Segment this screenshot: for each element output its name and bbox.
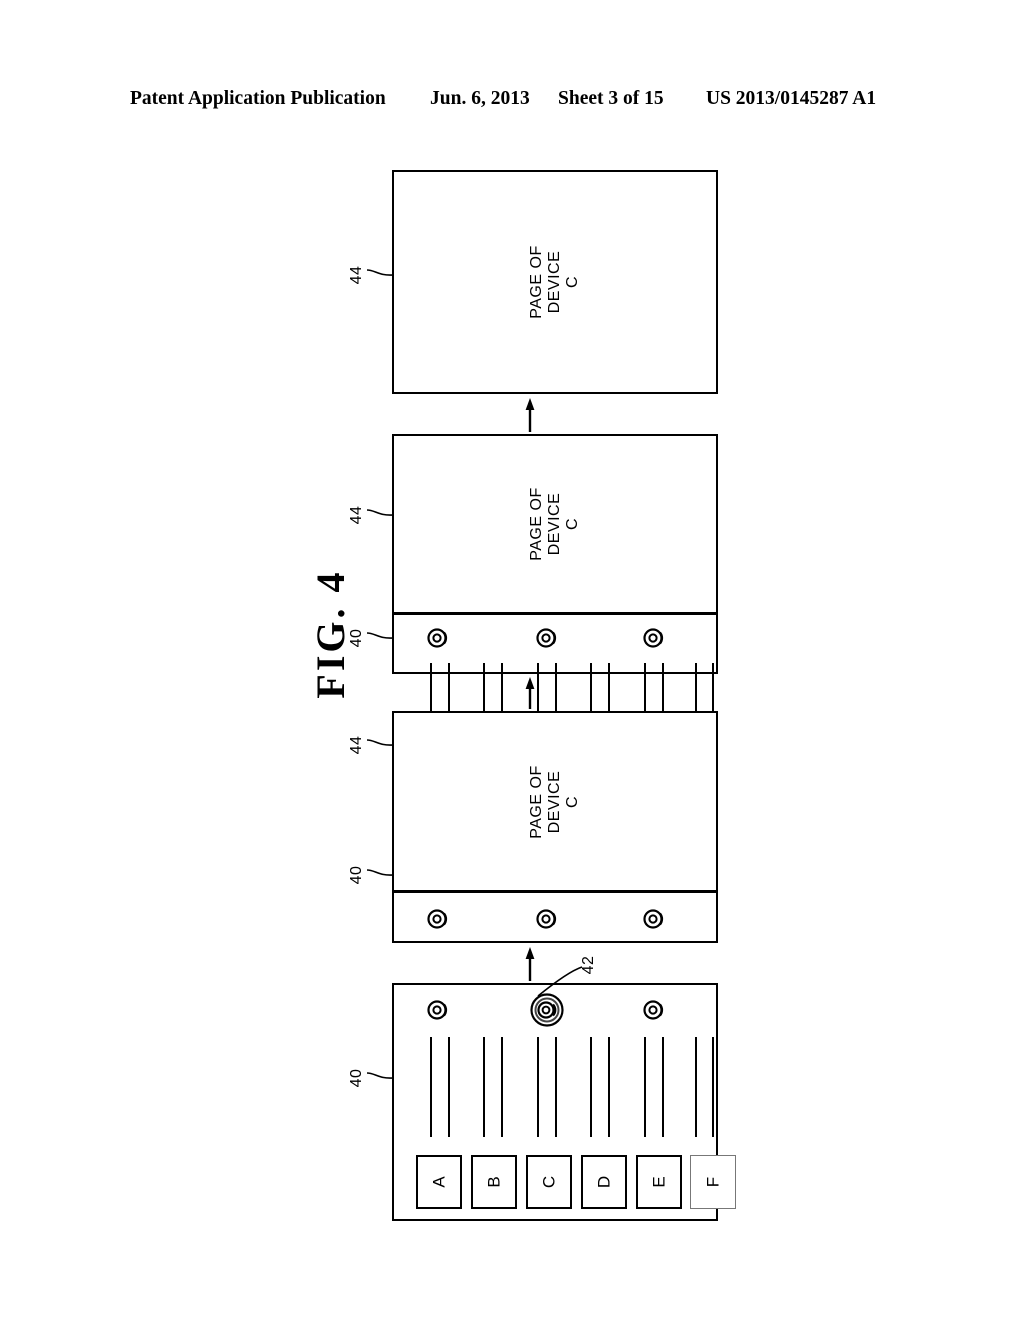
page-text-line-3: C [564, 795, 581, 808]
text-line [712, 1037, 714, 1137]
tab-d[interactable]: D [581, 1155, 627, 1209]
browser-strip-panel-3 [394, 615, 716, 766]
browser-strip-panel-2 [394, 893, 716, 941]
device-screen-panel-4: PAGE OF DEVICE C [392, 170, 718, 394]
page-of-device-text-4: PAGE OF DEVICE C [528, 245, 582, 318]
page-text-line-2: DEVICE [546, 250, 563, 314]
tab-f-label: F [703, 1176, 723, 1188]
control-icon[interactable] [642, 997, 668, 1023]
page-text-line-3: C [564, 275, 581, 289]
page-region-panel-4: PAGE OF DEVICE C [394, 172, 716, 392]
control-icon[interactable] [426, 625, 452, 651]
page-text-line-3: C [564, 517, 581, 531]
callout-leader-40-panel-3 [366, 625, 396, 647]
control-icon[interactable] [535, 625, 561, 651]
text-line [644, 1037, 646, 1137]
callout-number: 40 [348, 865, 365, 885]
tab-d-label: D [594, 1175, 614, 1189]
device-screen-panel-1: A B C D E F [392, 983, 736, 1221]
control-icon-row-panel-2 [394, 906, 716, 936]
text-line [662, 1037, 664, 1137]
control-icon-row-panel-3 [394, 625, 716, 655]
transition-arrow-2-to-3 [523, 677, 537, 709]
callout-number: 40 [348, 1068, 365, 1088]
transition-arrow-1-to-2 [523, 947, 537, 981]
page-text-line-1: PAGE OF [528, 764, 545, 839]
control-icon[interactable] [426, 906, 452, 932]
callout-leader-44-panel-4 [366, 262, 396, 284]
callout-leader-40-panel-2 [366, 862, 396, 884]
callout-number: 44 [348, 505, 365, 525]
callout-leader-44-panel-2 [366, 732, 396, 754]
callout-number: 40 [348, 628, 365, 648]
text-line [590, 1037, 592, 1137]
text-line [555, 1037, 557, 1137]
page-of-device-text-2: PAGE OF DEVICE C [528, 765, 582, 838]
page-text-line-1: PAGE OF [528, 245, 545, 319]
figure-drawing: PAGE OF DEVICE C PAGE OF DEVICE C PAGE O… [0, 0, 1024, 1320]
control-icon[interactable] [535, 906, 561, 932]
control-icon[interactable] [642, 906, 668, 932]
text-line [483, 1037, 485, 1137]
tab-b-label: B [484, 1176, 504, 1188]
tab-e-label: E [649, 1176, 669, 1188]
device-screen-panel-2: PAGE OF DEVICE C [392, 711, 718, 943]
page-region-panel-3: PAGE OF DEVICE C [394, 436, 716, 612]
tab-a[interactable]: A [416, 1155, 462, 1209]
page-text-line-1: PAGE OF [528, 487, 545, 561]
tab-row-panel-1: A B C D E F [394, 1155, 736, 1211]
text-line [537, 1037, 539, 1137]
text-line [448, 1037, 450, 1137]
callout-leader-44-panel-3 [366, 502, 396, 524]
callout-leader-42 [536, 965, 584, 1007]
tab-c-label: C [539, 1175, 559, 1189]
tab-b[interactable]: B [471, 1155, 517, 1209]
text-line [608, 1037, 610, 1137]
text-line [501, 1037, 503, 1137]
page-region-panel-2: PAGE OF DEVICE C [394, 713, 716, 890]
callout-number: 44 [348, 265, 365, 285]
browser-strip-panel-1: A B C D E F [394, 985, 736, 1219]
text-line [430, 1037, 432, 1137]
text-line [695, 1037, 697, 1137]
page-text-line-2: DEVICE [546, 492, 563, 556]
transition-arrow-3-to-4 [523, 398, 537, 432]
control-icon[interactable] [642, 625, 668, 651]
callout-leader-40-panel-1 [366, 1065, 396, 1087]
page-text-line-2: DEVICE [546, 770, 563, 833]
page-of-device-text-3: PAGE OF DEVICE C [528, 487, 582, 560]
tab-e[interactable]: E [636, 1155, 682, 1209]
device-screen-panel-3: PAGE OF DEVICE C [392, 434, 718, 766]
callout-number: 44 [348, 735, 365, 755]
tab-c[interactable]: C [526, 1155, 572, 1209]
tab-f[interactable]: F [690, 1155, 736, 1209]
control-icon[interactable] [426, 997, 452, 1023]
tab-a-label: A [429, 1176, 449, 1188]
